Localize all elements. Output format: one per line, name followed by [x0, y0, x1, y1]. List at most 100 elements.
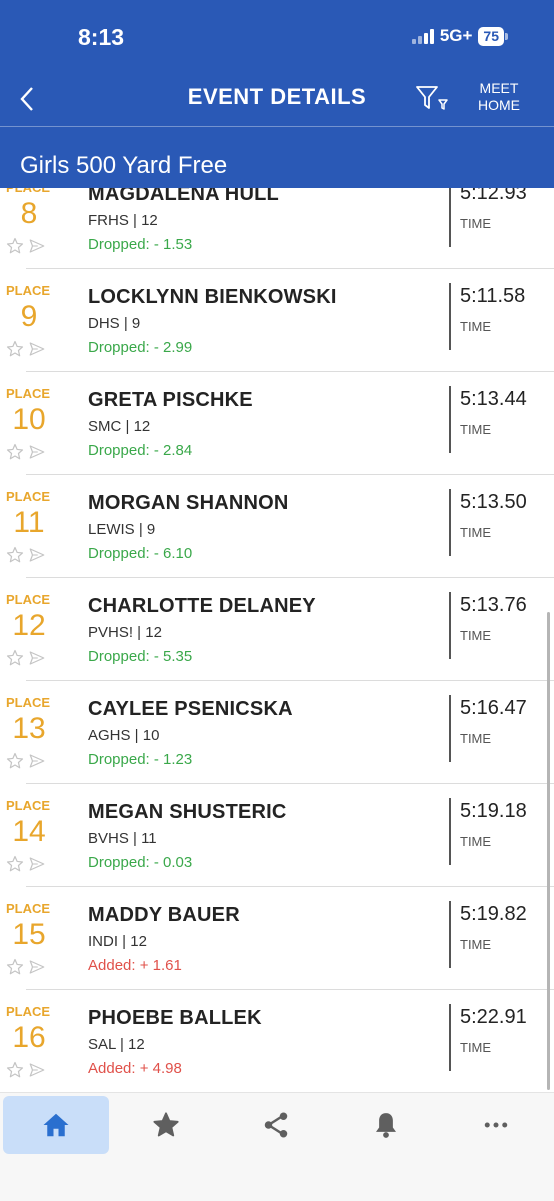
team-grade: LEWIS | 9: [88, 521, 156, 538]
result-row[interactable]: PLACE 11 MORGAN SHANNON LEWIS | 9 Dropped: -…: [0, 475, 554, 578]
meet-home-button[interactable]: MEET HOME: [470, 80, 528, 114]
tab-bell[interactable]: [333, 1096, 439, 1154]
place-label: PLACE: [6, 695, 51, 710]
send-icon[interactable]: [28, 752, 46, 775]
result-row[interactable]: PLACE 12 CHARLOTTE DELANEY PVHS! | 12 Droppe…: [0, 578, 554, 681]
place-number: 12: [12, 609, 46, 642]
time-label: TIME: [460, 422, 492, 437]
scrollbar[interactable]: [547, 612, 550, 1090]
time-change: Dropped: - 1.23: [88, 751, 193, 768]
team-grade: SAL | 12: [88, 1036, 145, 1053]
place-label: PLACE: [6, 283, 51, 298]
swim-time: 5:22.91: [460, 1006, 527, 1028]
place-label: PLACE: [6, 489, 51, 504]
team-grade: FRHS | 12: [88, 212, 158, 229]
result-row[interactable]: PLACE 14 MEGAN SHUSTERIC BVHS | 11 Dropped: …: [0, 784, 554, 887]
favorite-star-icon[interactable]: [6, 752, 24, 775]
time-label: TIME: [460, 525, 492, 540]
team-grade: BVHS | 11: [88, 830, 157, 847]
time-divider: [449, 798, 451, 865]
status-indicators: 5G+ 75: [411, 26, 508, 46]
result-row[interactable]: PLACE 8 MAGDALENA HULL FRHS | 12 Dropped: - …: [0, 188, 554, 269]
send-icon[interactable]: [28, 958, 46, 981]
time-divider: [449, 901, 451, 968]
place-label: PLACE: [6, 901, 51, 916]
swim-time: 5:13.50: [460, 491, 527, 513]
swim-time: 5:12.93: [460, 188, 527, 204]
send-icon[interactable]: [28, 546, 46, 569]
network-type: 5G+: [439, 26, 473, 45]
swimmer-name[interactable]: MORGAN SHANNON: [88, 492, 289, 515]
tab-share[interactable]: [223, 1096, 329, 1154]
favorite-star-icon[interactable]: [6, 855, 24, 878]
place-number: 11: [13, 506, 45, 539]
team-grade: PVHS! | 12: [88, 624, 162, 641]
place-label: PLACE: [6, 386, 51, 401]
favorite-star-icon[interactable]: [6, 1061, 24, 1084]
send-icon[interactable]: [28, 1061, 46, 1084]
result-row[interactable]: PLACE 15 MADDY BAUER INDI | 12 Added: + 1.61…: [0, 887, 554, 990]
time-label: TIME: [460, 731, 492, 746]
time-change: Added: + 1.61: [88, 957, 182, 974]
favorite-star-icon[interactable]: [6, 340, 24, 363]
place-number: 14: [12, 815, 46, 848]
swimmer-name[interactable]: MADDY BAUER: [88, 904, 240, 927]
send-icon[interactable]: [28, 340, 46, 363]
swim-time: 5:11.58: [460, 285, 526, 307]
time-label: TIME: [460, 628, 492, 643]
favorite-star-icon[interactable]: [6, 958, 24, 981]
result-row[interactable]: PLACE 16 PHOEBE BALLEK SAL | 12 Added: + 4.9…: [0, 990, 554, 1092]
swimmer-name[interactable]: PHOEBE BALLEK: [88, 1007, 262, 1030]
send-icon[interactable]: [28, 237, 46, 260]
time-divider: [449, 386, 451, 453]
place-label: PLACE: [6, 798, 51, 813]
swimmer-name[interactable]: CAYLEE PSENICSKA: [88, 698, 293, 721]
time-label: TIME: [460, 1040, 492, 1055]
favorite-star-icon[interactable]: [6, 546, 24, 569]
time-label: TIME: [460, 834, 492, 849]
row-actions: [6, 340, 46, 363]
tab-home[interactable]: [3, 1096, 109, 1154]
tab-more[interactable]: [443, 1096, 549, 1154]
row-actions: [6, 546, 46, 569]
place-number: 16: [12, 1021, 46, 1054]
swimmer-name[interactable]: MEGAN SHUSTERIC: [88, 801, 287, 824]
time-divider: [449, 592, 451, 659]
event-title: Girls 500 Yard Free: [20, 152, 228, 179]
result-row[interactable]: PLACE 9 LOCKLYNN BIENKOWSKI DHS | 9 Dropped:…: [0, 269, 554, 372]
time-change: Dropped: - 1.53: [88, 236, 193, 253]
app-header: 8:13 5G+ 75 EVENT DETAILS MEET HOME Girl…: [0, 0, 554, 188]
result-row[interactable]: PLACE 13 CAYLEE PSENICSKA AGHS | 10 Dropped:…: [0, 681, 554, 784]
place-label: PLACE: [6, 188, 50, 195]
send-icon[interactable]: [28, 855, 46, 878]
filter-icon[interactable]: [412, 82, 452, 114]
row-actions: [6, 1061, 46, 1084]
place-number: 15: [12, 918, 46, 951]
row-actions: [6, 649, 46, 672]
swimmer-name[interactable]: GRETA PISCHKE: [88, 389, 253, 412]
tab-star[interactable]: [113, 1096, 219, 1154]
favorite-star-icon[interactable]: [6, 237, 24, 260]
send-icon[interactable]: [28, 443, 46, 466]
favorite-star-icon[interactable]: [6, 443, 24, 466]
swim-time: 5:19.82: [460, 903, 527, 925]
time-change: Dropped: - 2.84: [88, 442, 193, 459]
swim-time: 5:16.47: [460, 697, 527, 719]
swim-time: 5:19.18: [460, 800, 527, 822]
swimmer-name[interactable]: CHARLOTTE DELANEY: [88, 595, 316, 618]
send-icon[interactable]: [28, 649, 46, 672]
swim-time: 5:13.44: [460, 388, 527, 410]
time-change: Added: + 4.98: [88, 1060, 182, 1077]
time-divider: [449, 188, 451, 247]
time-divider: [449, 283, 451, 350]
row-actions: [6, 752, 46, 775]
result-row[interactable]: PLACE 10 GRETA PISCHKE SMC | 12 Dropped: - 2…: [0, 372, 554, 475]
swimmer-name[interactable]: MAGDALENA HULL: [88, 188, 279, 206]
row-actions: [6, 237, 46, 260]
row-actions: [6, 443, 46, 466]
time-divider: [449, 1004, 451, 1071]
time-label: TIME: [460, 319, 492, 334]
favorite-star-icon[interactable]: [6, 649, 24, 672]
swimmer-name[interactable]: LOCKLYNN BIENKOWSKI: [88, 286, 337, 309]
results-list[interactable]: PLACE 8 MAGDALENA HULL FRHS | 12 Dropped: - …: [0, 188, 554, 1092]
